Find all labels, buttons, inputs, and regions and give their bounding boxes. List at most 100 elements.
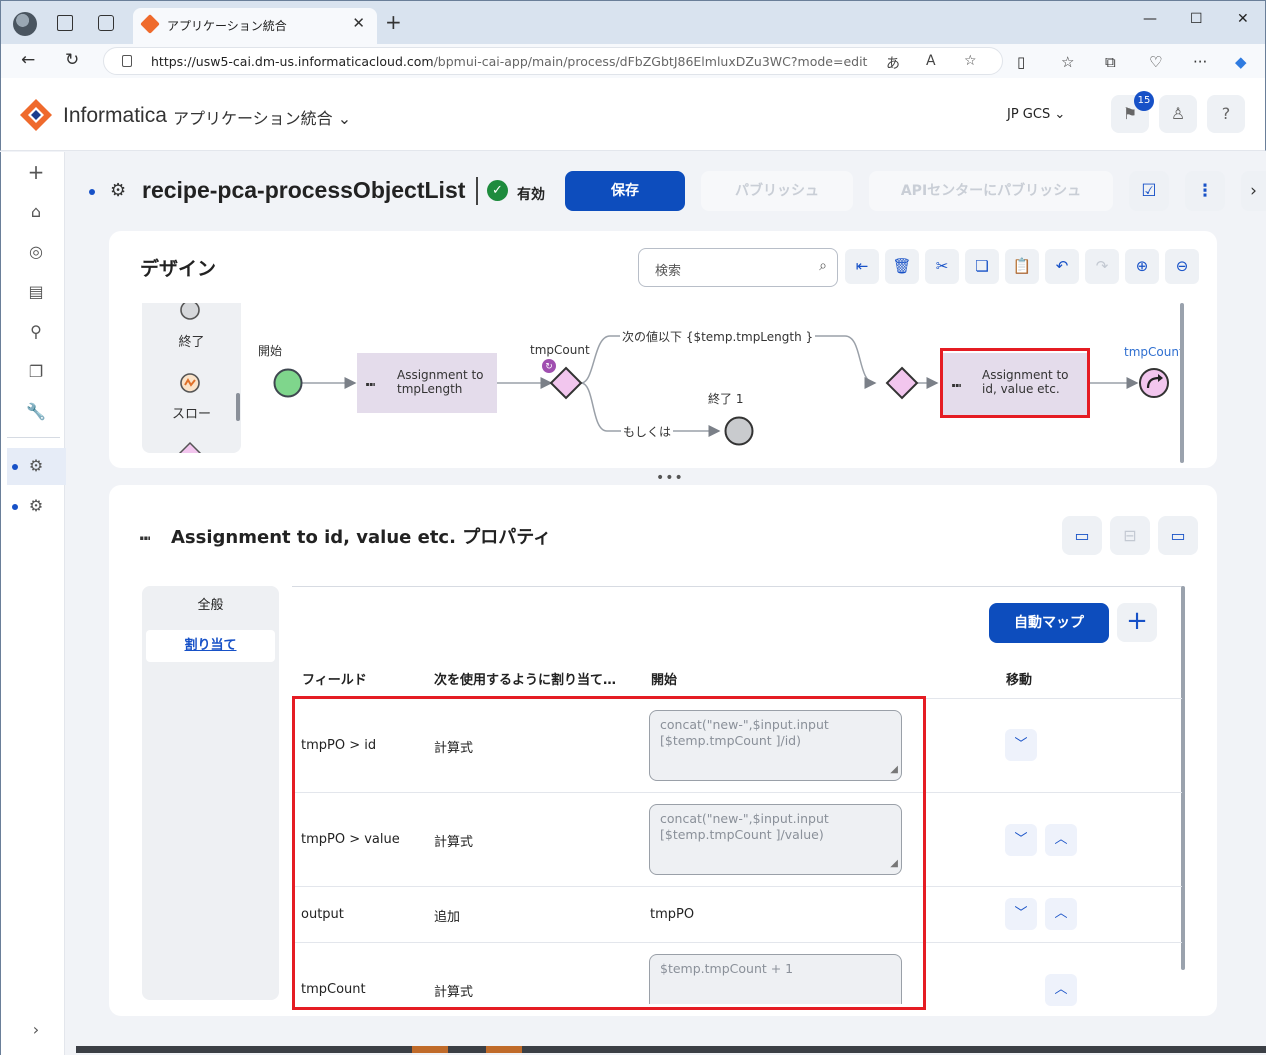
profile-avatar[interactable] [13, 12, 37, 36]
collections-icon[interactable]: ⧉ [1105, 53, 1116, 71]
new-tab-icon[interactable]: + [385, 10, 402, 34]
row-field: tmpPO > id [301, 738, 377, 753]
move-up-button[interactable]: ︿ [1045, 898, 1077, 930]
address-bar[interactable]: https://usw5-cai.dm-us.informaticacloud.… [103, 47, 1003, 75]
design-search-input[interactable]: 検索 ⌕ [638, 248, 838, 287]
more-actions-button[interactable]: ⋮ [1185, 171, 1225, 211]
expression-field[interactable]: $temp.tmpCount + 1 [649, 954, 902, 1004]
decision-node-2[interactable] [885, 366, 919, 400]
help-button[interactable]: ? [1207, 95, 1245, 133]
add-field-button[interactable]: + [1117, 603, 1157, 642]
panel-resize-handle[interactable]: ••• [656, 470, 684, 486]
favorites-icon[interactable]: ☆ [1061, 53, 1074, 71]
decision-node-1[interactable] [549, 366, 583, 400]
jump-node[interactable] [1139, 368, 1169, 398]
tab-actions-icon[interactable] [98, 15, 114, 31]
move-down-button[interactable]: ﹀ [1005, 824, 1037, 856]
connections-icon[interactable]: ⚲ [26, 322, 46, 342]
zoom-in-button[interactable]: ⊕ [1125, 249, 1159, 284]
expand-right-panel-button[interactable]: › [1241, 171, 1266, 211]
align-left-icon: ⇤ [855, 257, 869, 275]
new-asset-icon[interactable]: + [26, 162, 46, 182]
paste-button[interactable]: 📋 [1005, 249, 1039, 284]
move-down-button[interactable]: ﹀ [1005, 898, 1037, 930]
palette-scrollbar[interactable] [236, 393, 240, 421]
redo-button[interactable]: ↷ [1085, 249, 1119, 284]
process-gear-icon[interactable]: ⚙ [26, 496, 46, 516]
home-icon[interactable]: ⌂ [26, 202, 46, 222]
auto-map-button[interactable]: 自動マップ [989, 603, 1109, 643]
library-icon[interactable]: ❐ [26, 362, 46, 382]
zoom-out-button[interactable]: ⊖ [1165, 249, 1199, 284]
user-button[interactable]: ♙ [1159, 95, 1197, 133]
resize-grip-icon[interactable]: ◢ [890, 856, 898, 872]
tab-general[interactable]: 全般 [146, 590, 275, 622]
repository-icon[interactable]: ▤ [26, 282, 46, 302]
row-method[interactable]: 追加 [434, 906, 460, 925]
explore-compass-icon[interactable]: ◎ [26, 242, 46, 262]
translate-icon[interactable]: あ [886, 53, 900, 73]
tools-wrench-icon[interactable]: 🔧 [26, 402, 46, 422]
publish-button[interactable]: パブリッシュ [701, 171, 853, 211]
process-canvas[interactable]: ↻ 開始 ⑉ Assignment to tmpLength tmpCount 次… [245, 303, 1185, 465]
grid-scrollbar[interactable] [1181, 586, 1185, 970]
row-method[interactable]: 計算式 [434, 737, 473, 756]
read-aloud-icon[interactable]: A [926, 53, 936, 69]
assignment-node-id-value[interactable]: ⑉ Assignment to id, value etc. [942, 353, 1087, 415]
assign2-label-line2: id, value etc. [982, 382, 1060, 396]
canvas-scrollbar[interactable] [1180, 303, 1184, 463]
move-down-button[interactable]: ﹀ [1005, 729, 1037, 761]
refresh-icon[interactable]: ↻ [65, 50, 79, 70]
resize-grip-icon[interactable]: ◢ [890, 762, 898, 778]
start-node[interactable] [273, 368, 303, 398]
row-value[interactable]: tmpPO [650, 907, 694, 922]
favorite-star-icon[interactable]: ☆ [964, 53, 977, 69]
expression-field[interactable]: concat("new-",$input.input [$temp.tmpCou… [649, 710, 902, 781]
tab-assignments[interactable]: 割り当て [146, 630, 275, 662]
valid-check-icon: ✓ [487, 180, 508, 201]
org-selector[interactable]: JP GCS ⌄ [1007, 107, 1065, 122]
maximize-panel-button[interactable]: ▭ [1158, 516, 1198, 555]
close-tab-icon[interactable]: ✕ [352, 14, 365, 32]
app-switcher[interactable]: アプリケーション統合 ⌄ [173, 105, 351, 129]
decision-step-icon[interactable] [176, 441, 204, 453]
kebab-menu-icon: ⋮ [1196, 181, 1214, 201]
chevron-up-icon: ︿ [1054, 832, 1068, 847]
tab-application-integration[interactable]: アプリケーション統合 ✕ [133, 8, 377, 45]
move-up-button[interactable]: ︿ [1045, 824, 1077, 856]
move-up-button[interactable]: ︿ [1045, 974, 1077, 1006]
cut-button[interactable]: ✂ [925, 249, 959, 284]
minimize-icon[interactable]: — [1143, 11, 1157, 27]
row-method[interactable]: 計算式 [434, 981, 473, 1000]
expression-field[interactable]: concat("new-",$input.input [$temp.tmpCou… [649, 804, 902, 875]
save-button[interactable]: 保存 [565, 171, 685, 211]
split-view-button[interactable]: ⊟ [1110, 516, 1150, 555]
delete-button[interactable]: 🗑 [885, 249, 919, 284]
row-field: output [301, 907, 344, 922]
row-method[interactable]: 計算式 [434, 831, 473, 850]
tab-title: アプリケーション統合 [167, 19, 287, 33]
publish-to-api-center-button[interactable]: APIセンターにパブリッシュ [869, 171, 1113, 211]
end-step-icon[interactable] [178, 303, 202, 323]
assignment-node-tmplength[interactable]: ⑉ Assignment to tmpLength [357, 353, 497, 413]
browser-essentials-icon[interactable]: ♡ [1149, 53, 1162, 71]
fit-to-start-button[interactable]: ⇤ [845, 249, 879, 284]
workspaces-icon[interactable] [57, 15, 73, 31]
copy-button[interactable]: ❏ [965, 249, 999, 284]
back-icon[interactable]: ← [21, 50, 35, 70]
split-screen-icon[interactable]: ▯ [1017, 53, 1025, 71]
undo-button[interactable]: ↶ [1045, 249, 1079, 284]
maximize-icon[interactable]: ☐ [1190, 11, 1203, 27]
unsaved-indicator [89, 189, 95, 195]
svg-text:↻: ↻ [545, 362, 553, 372]
copilot-icon[interactable]: ◆ [1235, 53, 1247, 71]
page-horizontal-scrollbar[interactable] [66, 1044, 1266, 1055]
trash-icon: 🗑 [892, 257, 912, 275]
expand-rail-icon[interactable]: › [26, 1020, 46, 1040]
validate-button[interactable]: ☑ [1129, 171, 1169, 211]
throw-step-icon[interactable] [178, 371, 202, 395]
end-node-1[interactable] [724, 416, 754, 446]
more-menu-icon[interactable]: ··· [1193, 53, 1207, 71]
close-window-icon[interactable]: ✕ [1237, 11, 1249, 27]
dock-bottom-button[interactable]: ▭ [1062, 516, 1102, 555]
